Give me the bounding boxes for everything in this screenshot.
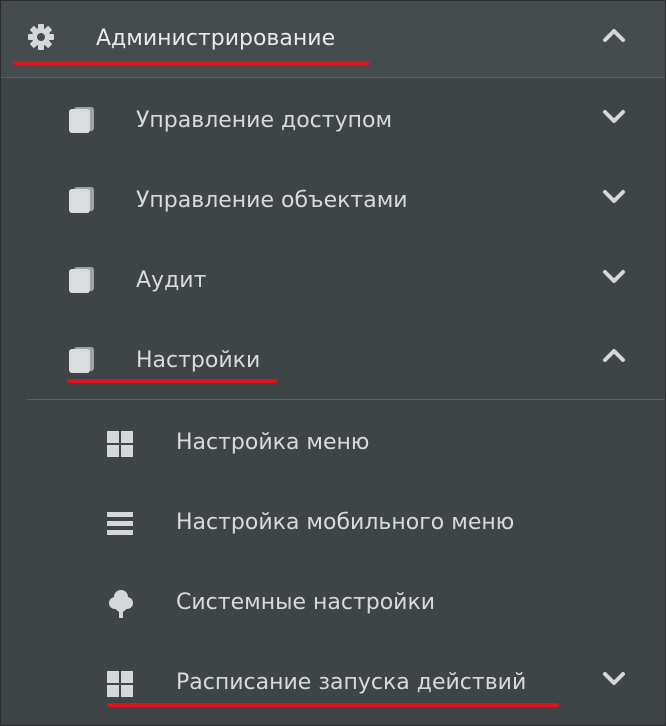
admin-menu-panel: Администрирование Управление доступом Уп… — [0, 0, 666, 726]
submenu-item-mobile-menu-settings[interactable]: Настройка мобильного меню — [1, 483, 665, 563]
menu-item-settings[interactable]: Настройки — [1, 321, 665, 401]
menu-item-label: Управление объектами — [136, 188, 408, 213]
submenu-item-system-settings[interactable]: Системные настройки — [1, 563, 665, 643]
book-icon — [67, 345, 97, 375]
submenu-item-label: Настройка мобильного меню — [176, 510, 515, 535]
book-icon — [67, 185, 97, 215]
submenu-item-label: Системные настройки — [176, 590, 436, 615]
menu-item-access-management[interactable]: Управление доступом — [1, 81, 665, 161]
tree-icon — [107, 589, 135, 619]
menu-item-audit[interactable]: Аудит — [1, 241, 665, 321]
grid-icon — [107, 671, 133, 697]
submenu-item-label: Настройка меню — [176, 430, 370, 455]
highlight-underline — [107, 703, 559, 707]
menu-item-administration[interactable]: Администрирование — [1, 1, 665, 77]
submenu-item-label: Расписание запуска действий — [176, 670, 527, 695]
highlight-underline — [67, 379, 277, 383]
chevron-down-icon[interactable] — [601, 665, 627, 691]
chevron-down-icon[interactable] — [601, 183, 627, 209]
menu-item-label: Администрирование — [96, 26, 336, 51]
divider — [27, 399, 665, 400]
menu-item-object-management[interactable]: Управление объектами — [1, 161, 665, 241]
chevron-up-icon[interactable] — [601, 23, 627, 49]
menu-item-label: Аудит — [136, 268, 207, 293]
grid-icon — [107, 431, 133, 457]
gear-icon — [27, 23, 55, 51]
submenu-item-menu-settings[interactable]: Настройка меню — [1, 403, 665, 483]
list-icon — [107, 511, 133, 537]
book-icon — [67, 105, 97, 135]
submenu-item-action-schedule[interactable]: Расписание запуска действий — [1, 643, 665, 723]
menu-item-label: Управление доступом — [136, 108, 393, 133]
divider — [1, 77, 665, 78]
chevron-down-icon[interactable] — [601, 103, 627, 129]
book-icon — [67, 265, 97, 295]
highlight-underline — [13, 61, 370, 65]
chevron-down-icon[interactable] — [601, 263, 627, 289]
chevron-up-icon[interactable] — [601, 343, 627, 369]
menu-item-label: Настройки — [136, 348, 261, 373]
